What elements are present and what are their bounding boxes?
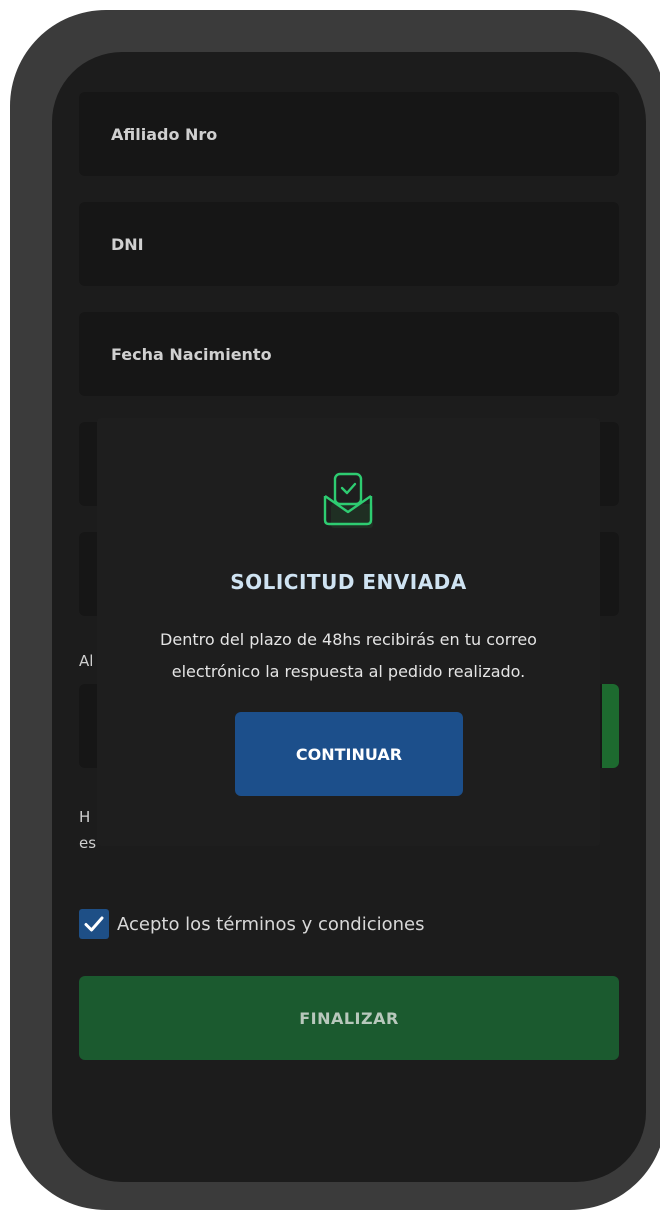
partial-field-label: Al	[79, 652, 94, 670]
birthdate-field[interactable]: Fecha Nacimiento	[79, 312, 619, 396]
dni-label: DNI	[111, 234, 144, 254]
attach-button[interactable]	[602, 684, 619, 768]
help-text-line-2: es	[79, 834, 97, 852]
dni-field[interactable]: DNI	[79, 202, 619, 286]
partial-help-text: H es	[79, 804, 96, 856]
finish-button[interactable]: FINALIZAR	[79, 976, 619, 1060]
dialog-message: Dentro del plazo de 48hs recibirás en tu…	[160, 630, 537, 681]
envelope-check-icon	[323, 472, 373, 528]
terms-label: Acepto los términos y condiciones	[117, 913, 425, 935]
phone-frame: Afiliado Nro DNI Fecha Nacimiento Al H e…	[10, 10, 660, 1210]
dialog-title: SOLICITUD ENVIADA	[230, 570, 467, 594]
help-text-line-1: H	[79, 808, 91, 826]
app-screen: Afiliado Nro DNI Fecha Nacimiento Al H e…	[52, 52, 646, 1182]
afiliado-field[interactable]: Afiliado Nro	[79, 92, 619, 176]
terms-row[interactable]: Acepto los términos y condiciones	[79, 909, 424, 939]
checkmark-icon	[84, 916, 104, 932]
afiliado-label: Afiliado Nro	[111, 124, 218, 144]
continue-button[interactable]: CONTINUAR	[235, 712, 463, 796]
birthdate-label: Fecha Nacimiento	[111, 344, 272, 364]
success-dialog: SOLICITUD ENVIADA Dentro del plazo de 48…	[97, 418, 600, 846]
terms-checkbox[interactable]	[79, 909, 109, 939]
